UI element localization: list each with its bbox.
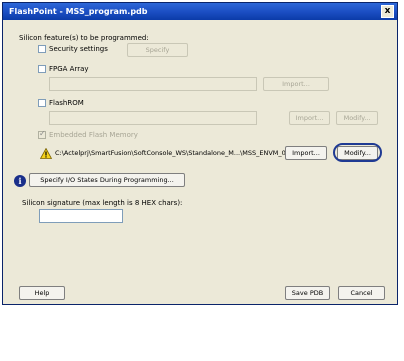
fpga-array-checkbox[interactable] <box>38 65 46 73</box>
close-button[interactable]: x <box>381 5 394 18</box>
window-title: FlashPoint - MSS_program.pdb <box>9 7 148 16</box>
modify-highlight-ring <box>333 143 382 162</box>
security-settings-checkbox[interactable] <box>38 45 46 53</box>
title-bar: FlashPoint - MSS_program.pdb x <box>3 3 397 20</box>
info-icon: i <box>14 175 26 187</box>
efc-file-path: C:\Actelprj\SmartFusion\SoftConsole_WS\S… <box>55 149 298 157</box>
save-pdb-button[interactable]: Save PDB <box>285 286 330 300</box>
flashrom-checkbox[interactable] <box>38 99 46 107</box>
embedded-flash-memory-label: Embedded Flash Memory <box>49 131 138 139</box>
fpga-array-label: FPGA Array <box>49 65 89 73</box>
silicon-signature-input[interactable] <box>39 209 123 223</box>
security-settings-label: Security settings <box>49 45 108 53</box>
flashrom-file-field[interactable] <box>49 111 257 125</box>
nvm-import-button[interactable]: Import... <box>285 146 327 160</box>
flashrom-label: FlashROM <box>49 99 84 107</box>
warning-icon <box>40 148 52 159</box>
specify-io-states-button[interactable]: Specify I/O States During Programming... <box>29 173 185 187</box>
flashpoint-dialog: FlashPoint - MSS_program.pdb x Silicon f… <box>2 2 398 305</box>
silicon-signature-label: Silicon signature (max length is 8 HEX c… <box>22 199 183 207</box>
fpga-import-button[interactable]: Import... <box>263 77 329 91</box>
specify-security-button[interactable]: Specify <box>127 43 188 57</box>
flashrom-modify-button[interactable]: Modify... <box>336 111 378 125</box>
embedded-flash-memory-checkbox[interactable] <box>38 129 46 139</box>
cancel-button[interactable]: Cancel <box>338 286 385 300</box>
fpga-file-field[interactable] <box>49 77 257 91</box>
help-button[interactable]: Help <box>19 286 65 300</box>
flashrom-import-button[interactable]: Import... <box>289 111 330 125</box>
features-group-label: Silicon feature(s) to be programmed: <box>19 34 149 42</box>
